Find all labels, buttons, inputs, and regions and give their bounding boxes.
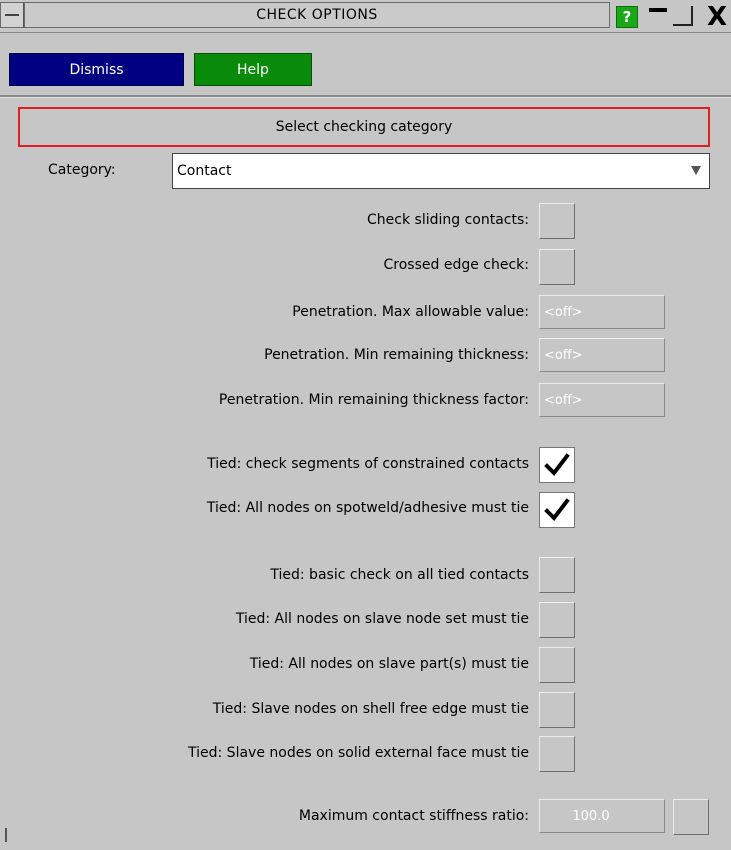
dismiss-button[interactable]: Dismiss <box>9 53 184 86</box>
checkmark-icon <box>544 498 570 522</box>
penetration-factor-label: Penetration. Min remaining thickness fac… <box>218 392 529 408</box>
tied-shell-edge-checkbox[interactable] <box>539 692 575 728</box>
stiffness-ratio-toggle[interactable] <box>673 799 709 835</box>
penetration-min-label: Penetration. Min remaining thickness: <box>264 347 529 363</box>
penetration-max-field[interactable]: <off> <box>539 295 665 329</box>
stiffness-ratio-label: Maximum contact stiffness ratio: <box>298 808 529 824</box>
tied-spotweld-label: Tied: All nodes on spotweld/adhesive mus… <box>206 500 529 516</box>
tied-solid-face-checkbox[interactable] <box>539 736 575 772</box>
category-value: Contact <box>177 163 232 179</box>
toolbar-divider <box>0 95 731 98</box>
dropdown-arrow-icon <box>691 166 701 175</box>
category-label: Category: <box>48 162 116 178</box>
tied-segments-checkbox[interactable] <box>539 447 575 483</box>
stiffness-ratio-value: 100.0 <box>572 808 610 824</box>
penetration-factor-field[interactable]: <off> <box>539 383 665 417</box>
penetration-min-value: <off> <box>544 347 583 363</box>
edge-mark <box>5 828 7 842</box>
tied-slave-set-checkbox[interactable] <box>539 602 575 638</box>
penetration-max-label: Penetration. Max allowable value: <box>292 304 529 320</box>
stiffness-ratio-field[interactable]: 100.0 <box>539 799 665 833</box>
window-title: CHECK OPTIONS <box>24 2 610 28</box>
maximize-icon[interactable] <box>673 6 695 28</box>
tied-basic-checkbox[interactable] <box>539 557 575 593</box>
help-button[interactable]: Help <box>194 53 312 86</box>
tied-slave-parts-label: Tied: All nodes on slave part(s) must ti… <box>249 656 529 672</box>
tied-basic-label: Tied: basic check on all tied contacts <box>270 567 529 583</box>
checkmark-icon <box>544 453 570 477</box>
check-options-window: CHECK OPTIONS ? X Dismiss Help Select ch… <box>0 0 731 850</box>
minimize-icon[interactable] <box>648 6 670 28</box>
sliding-contacts-checkbox[interactable] <box>539 203 575 239</box>
penetration-min-field[interactable]: <off> <box>539 338 665 372</box>
tied-spotweld-checkbox[interactable] <box>539 492 575 528</box>
crossed-edge-checkbox[interactable] <box>539 249 575 285</box>
window-menu-icon[interactable] <box>0 2 24 28</box>
close-icon[interactable]: X <box>703 4 731 30</box>
tied-shell-edge-label: Tied: Slave nodes on shell free edge mus… <box>212 701 529 717</box>
title-bar: CHECK OPTIONS ? X <box>0 0 731 33</box>
help-icon[interactable]: ? <box>616 6 638 28</box>
penetration-max-value: <off> <box>544 304 583 320</box>
tied-segments-label: Tied: check segments of constrained cont… <box>207 456 529 472</box>
category-select[interactable]: Contact <box>172 153 710 189</box>
tied-slave-set-label: Tied: All nodes on slave node set must t… <box>235 611 529 627</box>
penetration-factor-value: <off> <box>544 392 583 408</box>
tied-solid-face-label: Tied: Slave nodes on solid external face… <box>188 745 529 761</box>
sliding-contacts-label: Check sliding contacts: <box>367 212 529 228</box>
tied-slave-parts-checkbox[interactable] <box>539 647 575 683</box>
crossed-edge-label: Crossed edge check: <box>383 257 529 273</box>
category-header-text: Select checking category <box>275 119 453 135</box>
category-header: Select checking category <box>18 107 710 147</box>
